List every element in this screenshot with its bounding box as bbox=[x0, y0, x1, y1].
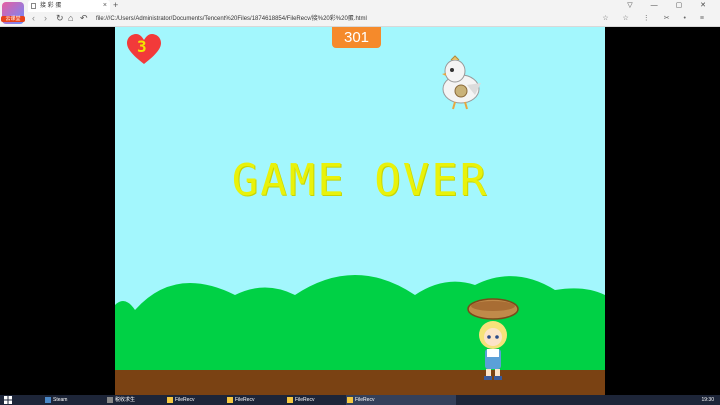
page-icon bbox=[31, 3, 36, 9]
forward-icon[interactable]: › bbox=[44, 13, 47, 24]
lives-count: 3 bbox=[137, 37, 147, 56]
game-over-text: GAME OVER bbox=[231, 155, 489, 206]
new-tab-button[interactable]: + bbox=[113, 0, 118, 11]
score-display: 301 bbox=[332, 27, 381, 48]
ground bbox=[115, 370, 605, 395]
window-controls[interactable]: ▽ — ▢ ✕ bbox=[627, 1, 714, 9]
back-icon[interactable]: ‹ bbox=[32, 13, 35, 24]
taskbar-item-folder[interactable]: FileRecv bbox=[166, 395, 218, 405]
taskbar-clock[interactable]: 19:30 bbox=[701, 395, 714, 405]
chicken-sprite bbox=[442, 55, 481, 110]
taskbar-item-steam[interactable]: Steam bbox=[44, 395, 96, 405]
browser-logo-text: 云课堂 bbox=[1, 16, 25, 22]
reload-icon[interactable]: ↻ bbox=[56, 13, 64, 24]
home-icon[interactable]: ⌂ bbox=[68, 13, 73, 24]
tab-title: 接 彩 蛋 bbox=[40, 3, 62, 9]
taskbar-item-folder[interactable]: FileRecv bbox=[226, 395, 278, 405]
browser-chrome: 云课堂 接 彩 蛋 × + ▽ — ▢ ✕ ‹ › ↻ ⌂ ↶ file:///… bbox=[0, 0, 720, 27]
taskbar-item-app[interactable]: 税收求生 bbox=[106, 395, 158, 405]
address-bar[interactable]: file:///C:/Users/Administrator/Documents… bbox=[96, 13, 367, 25]
windows-taskbar: Steam 税收求生 FileRecv FileRecv FileRecv Fi… bbox=[0, 395, 720, 405]
taskbar-item-folder[interactable]: FileRecv bbox=[346, 395, 456, 405]
undo-icon[interactable]: ↶ bbox=[80, 13, 88, 24]
tab-close-icon[interactable]: × bbox=[103, 0, 107, 12]
toolbar-icons[interactable]: ☆ ☆ ⋮ ✂ • ≡ bbox=[602, 14, 710, 22]
girl-with-basket-sprite bbox=[467, 298, 519, 380]
windows-start-icon[interactable] bbox=[4, 396, 12, 404]
navigation-bar: ‹ › ↻ ⌂ ↶ file:///C:/Users/Administrator… bbox=[28, 12, 720, 26]
game-canvas[interactable]: 3 301 GAME OVER bbox=[115, 27, 605, 395]
tab-game[interactable]: 接 彩 蛋 × bbox=[28, 0, 110, 12]
taskbar-item-folder[interactable]: FileRecv bbox=[286, 395, 338, 405]
